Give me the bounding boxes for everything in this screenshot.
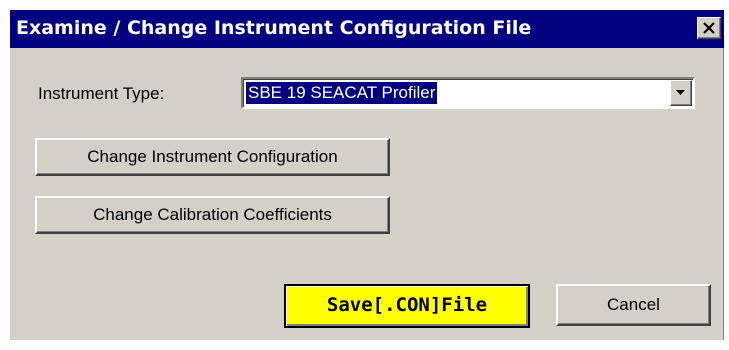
window-title: Examine / Change Instrument Configuratio…	[16, 17, 532, 39]
instrument-type-value: SBE 19 SEACAT Profiler	[246, 82, 438, 104]
cancel-button[interactable]: Cancel	[556, 284, 711, 326]
save-con-file-button[interactable]: Save[.CON]File	[284, 284, 530, 328]
title-bar[interactable]: Examine / Change Instrument Configuratio…	[10, 10, 724, 48]
dropdown-button[interactable]	[670, 80, 692, 106]
configuration-dialog: Examine / Change Instrument Configuratio…	[10, 10, 724, 340]
chevron-down-icon	[676, 90, 685, 95]
close-button[interactable]	[697, 17, 721, 39]
change-calibration-coefficients-button[interactable]: Change Calibration Coefficients	[35, 196, 390, 234]
close-x-icon	[703, 22, 715, 34]
instrument-type-select[interactable]: SBE 19 SEACAT Profiler	[241, 77, 695, 109]
instrument-type-label: Instrument Type:	[38, 84, 165, 103]
change-instrument-configuration-button[interactable]: Change Instrument Configuration	[35, 138, 390, 176]
